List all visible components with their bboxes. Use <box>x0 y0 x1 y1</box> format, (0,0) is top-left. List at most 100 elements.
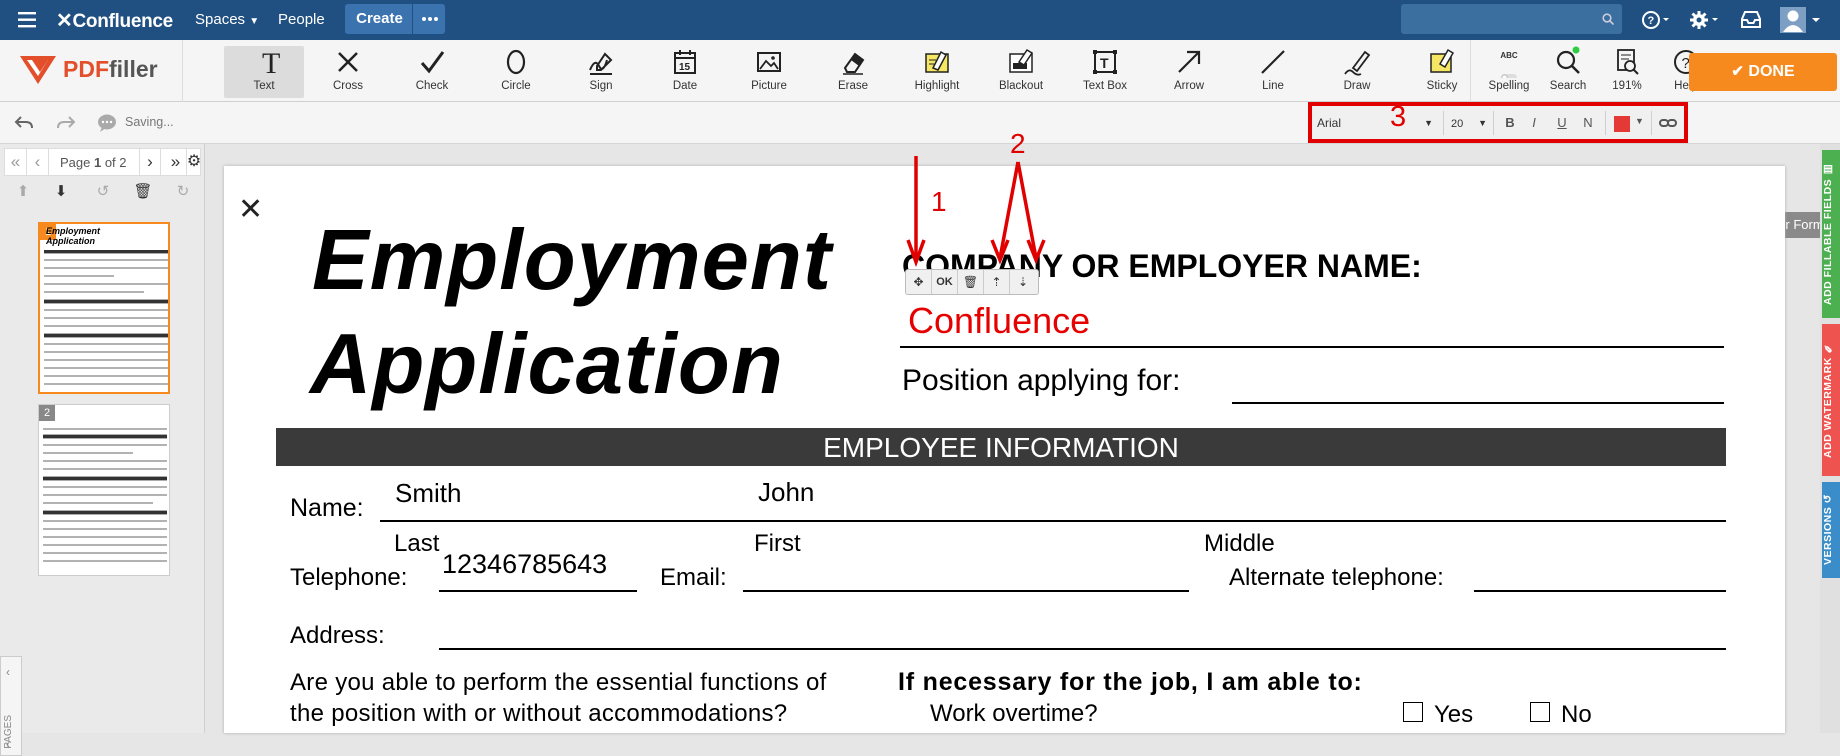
email-label: Email: <box>660 564 727 591</box>
delete-page-icon[interactable]: 🗑 <box>128 182 158 200</box>
company-value-field[interactable]: Confluence <box>908 300 1090 342</box>
page-indicator[interactable]: Page 1 of 2 <box>60 155 127 170</box>
redo-icon[interactable] <box>56 114 76 130</box>
refresh-page-icon[interactable]: ↻ <box>168 182 198 200</box>
prev-page-button[interactable]: ‹ <box>27 149 49 175</box>
move-page-up-icon[interactable]: ⬆ <box>8 182 38 200</box>
svg-text:?: ? <box>1648 15 1655 27</box>
tool-date[interactable]: 15 Date <box>645 46 725 98</box>
notifications-icon[interactable] <box>1740 10 1762 30</box>
tool-blackout[interactable]: Blackout <box>981 46 1061 98</box>
next-page-button[interactable]: › <box>139 149 161 175</box>
confluence-header: ✕Confluence Spaces ▼ People Create ? <box>0 0 1840 40</box>
draw-icon <box>1317 46 1397 78</box>
undo-icon[interactable] <box>14 114 34 130</box>
comment-icon[interactable] <box>97 113 119 133</box>
tool-circle[interactable]: Circle <box>476 46 556 98</box>
tool-text[interactable]: T Text <box>224 46 304 98</box>
page-settings-gear-icon[interactable]: ⚙ <box>183 149 205 175</box>
tool-sign[interactable]: Sign <box>561 46 641 98</box>
zoom-icon <box>1597 46 1657 78</box>
date-icon: 15 <box>645 46 725 78</box>
collapse-up-icon: ‹ <box>6 665 10 679</box>
tool-arrow[interactable]: Arrow <box>1149 46 1229 98</box>
last-label: Last <box>394 530 440 557</box>
spaces-menu[interactable]: Spaces ▼ <box>195 11 259 28</box>
able-heading: If necessary for the job, I am able to: <box>898 668 1363 696</box>
confluence-logo[interactable]: ✕Confluence <box>56 8 173 33</box>
address-field[interactable] <box>439 648 1726 650</box>
check-icon <box>392 46 472 78</box>
tool-zoom[interactable]: 191% <box>1597 46 1657 98</box>
people-link[interactable]: People <box>278 11 325 28</box>
alt-telephone-field[interactable] <box>1474 590 1726 592</box>
overtime-no-checkbox[interactable] <box>1530 702 1550 722</box>
first-page-button[interactable]: « <box>5 149 27 175</box>
add-watermark-tab[interactable]: ADD WATERMARK ✎ <box>1822 324 1840 476</box>
tool-picture[interactable]: Picture <box>729 46 809 98</box>
question-line-2: the position with or without accommodati… <box>290 700 788 727</box>
hamburger-menu-icon[interactable] <box>18 11 40 29</box>
tool-line[interactable]: Line <box>1233 46 1313 98</box>
tool-label: Search <box>1549 80 1587 92</box>
done-button[interactable]: ✔ DONE <box>1689 53 1837 91</box>
help-menu-icon[interactable]: ? <box>1641 9 1671 31</box>
yes-label: Yes <box>1434 701 1474 728</box>
arrow-icon <box>1149 46 1229 78</box>
tool-label: Draw <box>1343 80 1371 92</box>
close-field-icon[interactable]: ✕ <box>238 192 263 227</box>
page-thumbnail-2[interactable]: 2 <box>38 404 170 576</box>
thumb-number-2: 2 <box>39 405 55 421</box>
tool-text-box[interactable]: T Text Box <box>1065 46 1145 98</box>
form-title-application: Application <box>310 317 784 412</box>
blackout-icon <box>981 46 1061 78</box>
pdffiller-logo-icon <box>20 56 56 84</box>
logo-pdf-text: PDF <box>63 55 109 82</box>
tool-cross[interactable]: Cross <box>308 46 388 98</box>
tool-search[interactable]: Search <box>1538 46 1598 98</box>
tool-label: Spelling <box>1488 80 1530 92</box>
tool-label: Text <box>253 80 275 92</box>
tool-label: 191% <box>1612 80 1642 92</box>
search-icon <box>1602 13 1614 25</box>
name-label: Name: <box>290 494 364 522</box>
highlight-icon <box>897 46 977 78</box>
erase-icon <box>813 46 893 78</box>
overtime-label: Work overtime? <box>930 700 1098 727</box>
logo-filler-text: filler <box>109 55 158 82</box>
rotate-page-icon[interactable]: ↺ <box>88 182 118 200</box>
page-navigator: « ‹ Page 1 of 2 › » ⚙ <box>4 148 201 176</box>
email-field[interactable] <box>743 590 1189 592</box>
overtime-yes-checkbox[interactable] <box>1403 702 1423 722</box>
move-page-down-icon[interactable]: ⬇ <box>46 182 76 200</box>
pdffiller-toolbar: PDFfiller T Text Cross Check Circle Sign 15 Dat… <box>0 40 1840 102</box>
annotation-number-3: 3 <box>1390 101 1407 133</box>
tool-erase[interactable]: Erase <box>813 46 893 98</box>
more-create-button[interactable] <box>412 4 445 34</box>
versions-tab[interactable]: VERSIONS ↺ <box>1822 482 1840 578</box>
add-fillable-fields-tab[interactable]: ADD FILLABLE FIELDS ▤ <box>1822 150 1840 318</box>
page-thumbnail-1[interactable]: 1 Employment Application <box>38 222 170 394</box>
tool-check[interactable]: Check <box>392 46 472 98</box>
search-input[interactable] <box>1401 4 1622 34</box>
position-label: Position applying for: <box>902 364 1181 397</box>
spelling-icon: ABC <box>1479 46 1539 78</box>
last-name-value[interactable]: Smith <box>395 478 461 509</box>
tool-label: Date <box>672 80 698 92</box>
tool-draw[interactable]: Draw <box>1317 46 1397 98</box>
annotation-arrows <box>906 156 1046 268</box>
pages-tab[interactable]: ‹ PAGES ‹ <box>0 656 22 756</box>
circle-icon <box>476 46 556 78</box>
first-label: First <box>754 530 801 557</box>
collapse-down-icon: ‹ <box>6 737 10 751</box>
tool-spelling[interactable]: ABC Spelling <box>1479 46 1539 98</box>
settings-gear-icon[interactable] <box>1688 9 1720 31</box>
first-name-value[interactable]: John <box>758 477 814 508</box>
no-label: No <box>1561 701 1592 728</box>
text-icon: T <box>224 46 304 78</box>
user-avatar-icon[interactable] <box>1780 6 1824 34</box>
position-field[interactable] <box>1232 402 1724 404</box>
tool-highlight[interactable]: Highlight <box>897 46 977 98</box>
telephone-value[interactable]: 12346785643 <box>442 549 607 580</box>
cross-icon <box>308 46 388 78</box>
